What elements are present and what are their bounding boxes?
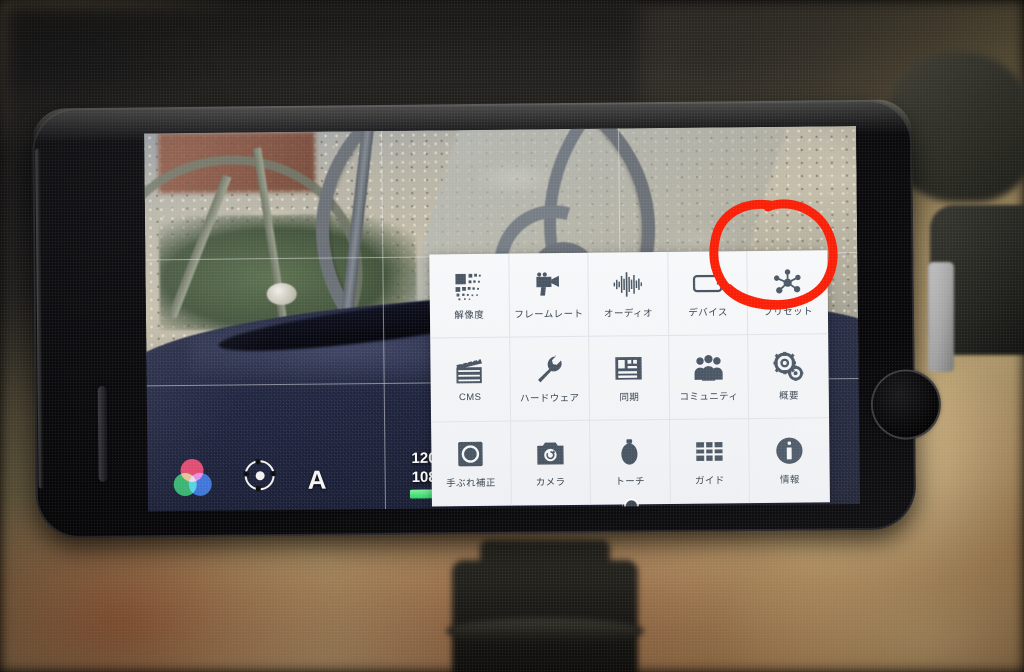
smartphone-body: dji A 120FPS 1080P: [31, 99, 940, 539]
torch-bulb-icon: [615, 437, 645, 467]
framerate-camera-icon: [533, 270, 563, 300]
gimbal-grip-pad: [928, 262, 954, 372]
color-wheel-icon[interactable]: [173, 458, 212, 497]
menu-item-label: デバイス: [688, 306, 728, 319]
focus-target-icon[interactable]: [243, 459, 276, 492]
gimbal-handle-ring: [446, 618, 644, 644]
menu-item-label: 概要: [779, 390, 799, 402]
community-people-icon: [693, 352, 723, 382]
menu-item-audio-waveform[interactable]: オーディオ: [588, 251, 669, 337]
wrench-icon: [534, 354, 564, 384]
auto-mode-indicator[interactable]: A: [308, 465, 327, 496]
menu-item-gears[interactable]: 概要: [748, 334, 830, 420]
camera-icon: [535, 438, 565, 468]
menu-item-resolution[interactable]: 解像度: [429, 253, 510, 339]
menu-item-label: カメラ: [535, 477, 566, 489]
info-icon: [774, 436, 804, 466]
guide-grid-icon: [694, 436, 724, 466]
menu-item-stabilization[interactable]: 手ぶれ補正: [431, 421, 512, 507]
photo-scene: dji A 120FPS 1080P: [0, 0, 1024, 672]
phone-screen[interactable]: dji A 120FPS 1080P: [144, 125, 860, 512]
gimbal-handle: [452, 560, 638, 672]
sync-storefront-icon: [614, 353, 644, 383]
menu-item-community-people[interactable]: コミュニティ: [668, 335, 750, 420]
page-dot-indicator[interactable]: [625, 500, 638, 512]
stabilization-icon: [456, 439, 486, 469]
menu-item-label: 解像度: [454, 309, 485, 321]
audio-waveform-icon: [613, 269, 643, 299]
settings-menu-panel[interactable]: 解像度 フレームレート オーディオ デバイス プリセット CMS ハードウェア 同期 コミュニテ…: [429, 250, 830, 512]
device-phone-icon: [692, 268, 723, 298]
gears-icon: [773, 351, 804, 381]
menu-item-label: オーディオ: [603, 307, 653, 320]
menu-item-preset-nodes[interactable]: プリセット: [747, 250, 829, 336]
menu-item-label: コミュニティ: [679, 390, 739, 403]
menu-item-label: 手ぶれ補正: [446, 477, 496, 490]
menu-item-label: 同期: [619, 391, 640, 403]
menu-item-label: CMS: [458, 391, 482, 404]
phone-left-edge-highlight: [35, 148, 44, 489]
menu-item-label: ハードウェア: [519, 392, 580, 405]
home-button[interactable]: [872, 371, 940, 438]
clapperboard-icon: [455, 356, 485, 386]
menu-item-device-phone[interactable]: デバイス: [668, 251, 749, 336]
menu-item-framerate-camera[interactable]: フレームレート: [508, 252, 590, 338]
volume-button[interactable]: [97, 385, 108, 482]
menu-item-label: トーチ: [615, 476, 646, 488]
menu-item-clapperboard[interactable]: CMS: [430, 337, 511, 423]
menu-item-label: ガイド: [694, 475, 725, 487]
menu-item-wrench[interactable]: ハードウェア: [509, 336, 591, 422]
resolution-icon: [454, 270, 484, 300]
menu-item-info[interactable]: 情報: [749, 418, 829, 503]
menu-item-sync-storefront[interactable]: 同期: [589, 335, 670, 421]
preset-nodes-icon: [773, 267, 803, 297]
menu-item-label: 情報: [779, 474, 800, 486]
menu-item-label: プリセット: [763, 305, 813, 318]
menu-item-label: フレームレート: [514, 308, 584, 321]
menu-item-guide-grid[interactable]: ガイド: [669, 419, 751, 504]
menu-item-camera[interactable]: カメラ: [510, 420, 592, 506]
menu-item-torch-bulb[interactable]: トーチ: [590, 419, 671, 505]
settings-menu-grid: 解像度 フレームレート オーディオ デバイス プリセット CMS ハードウェア 同期 コミュニテ…: [429, 250, 830, 507]
